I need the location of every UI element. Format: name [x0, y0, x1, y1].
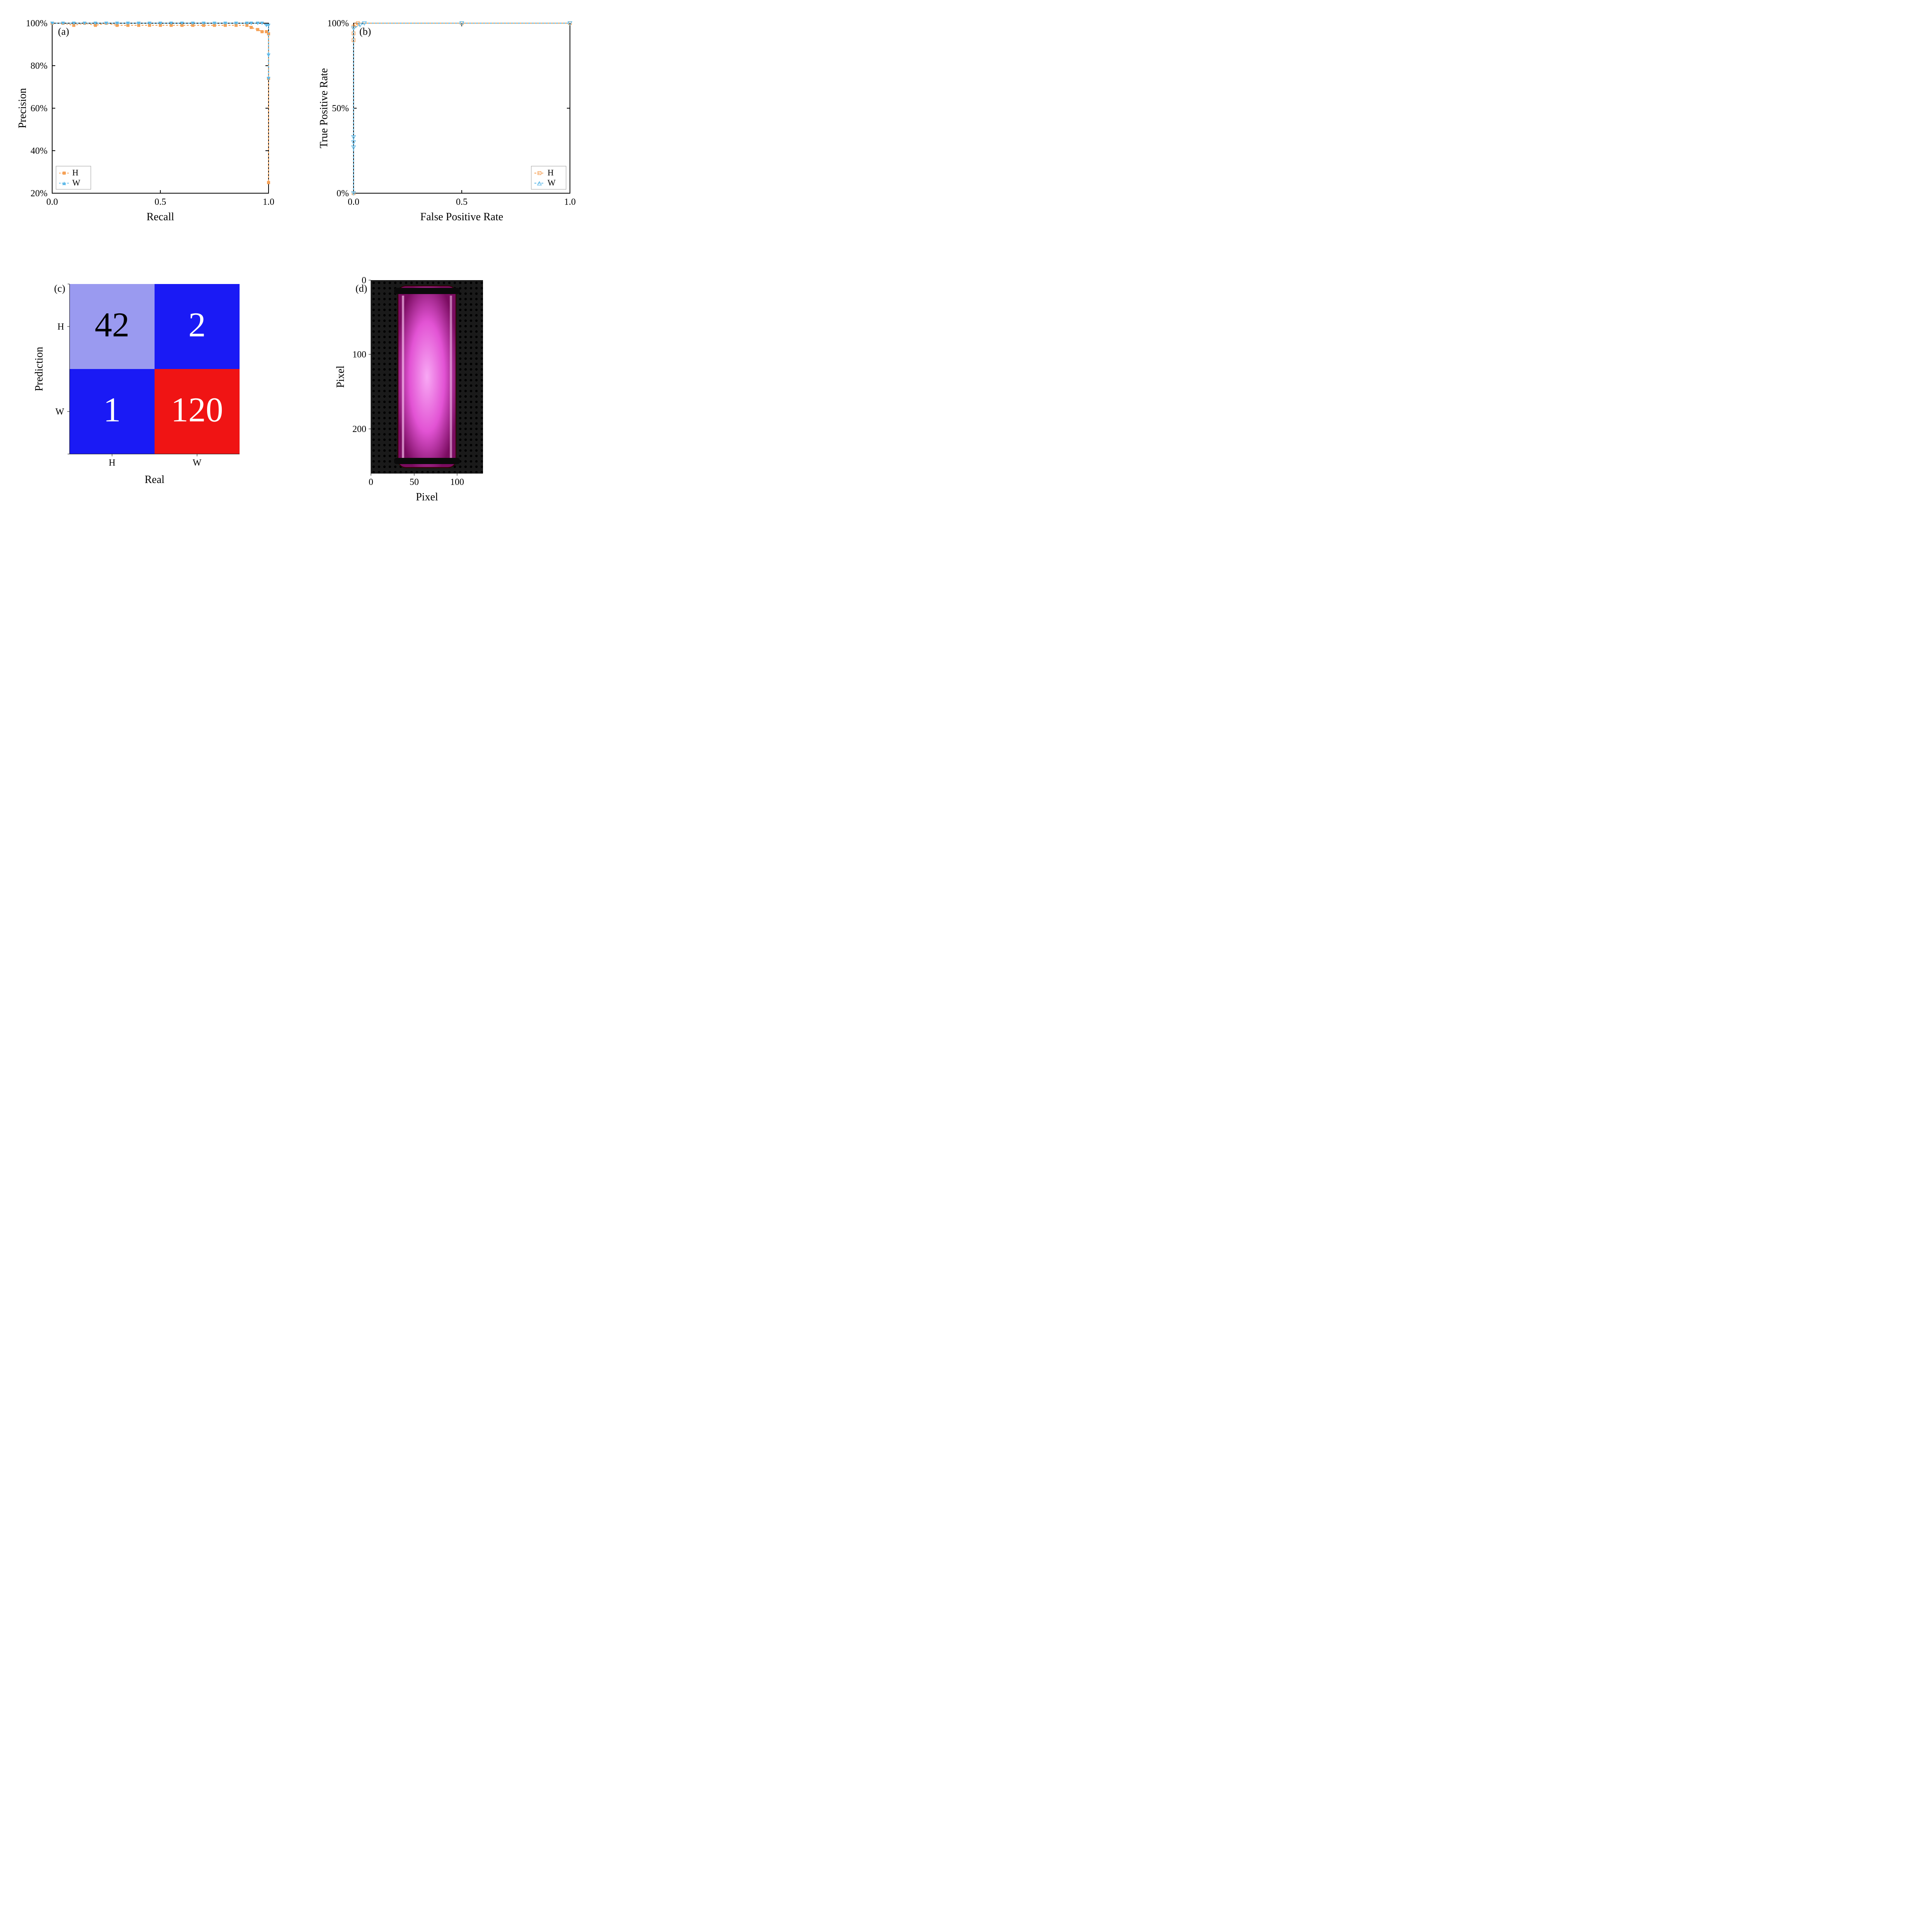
- ylabel-c: Prediction: [33, 347, 45, 391]
- series-marker-H: [260, 30, 264, 33]
- ytick: 100: [352, 350, 366, 360]
- cm-value-WW: 120: [171, 391, 223, 429]
- col-label: H: [109, 458, 115, 468]
- plot-frame: [52, 23, 269, 193]
- legend-item: H: [548, 168, 554, 177]
- ylabel-b: True Positive Rate: [318, 68, 330, 148]
- y-axis-b: 0% 50% 100%: [327, 19, 570, 199]
- x-axis-a: 0.0 0.5 1.0: [46, 23, 274, 207]
- series-marker-W: [267, 54, 270, 57]
- ytick: 100%: [26, 19, 48, 29]
- y-axis-a: 20% 40% 60% 80% 100%: [26, 19, 269, 199]
- x-axis-b: 0.0 0.5 1.0: [348, 23, 576, 207]
- xtick: 0.5: [155, 197, 166, 207]
- ytick: 60%: [31, 104, 48, 114]
- legend-item: H: [72, 168, 78, 177]
- series-line-H: [354, 23, 570, 193]
- series-container-b: [352, 22, 572, 195]
- panel-tag-b: (b): [359, 26, 371, 37]
- row-label: H: [58, 322, 64, 332]
- xtick: 1.0: [263, 197, 274, 207]
- x-axis-d: 0 50 100: [369, 473, 464, 487]
- series-line-W: [52, 23, 269, 78]
- figure-grid: (a) 20% 40% 60% 80% 100%: [15, 15, 595, 518]
- panel-b: (b) 0% 50% 100% 0.0 0.5 1.0: [317, 15, 595, 245]
- ytick: 80%: [31, 61, 48, 71]
- legend-a: H W: [56, 166, 91, 189]
- ytick: 50%: [332, 104, 349, 114]
- xlabel-d: Pixel: [416, 491, 438, 503]
- panel-tag-c: (c): [54, 283, 65, 294]
- confusion-matrix: 42 2 1 120: [70, 284, 240, 454]
- ytick: 40%: [31, 146, 48, 156]
- ytick: 100%: [327, 19, 349, 29]
- plot-frame: [354, 23, 570, 193]
- series-line-W: [354, 23, 570, 193]
- panel-tag-a: (a): [58, 26, 69, 37]
- cm-value-HH: 42: [95, 306, 129, 344]
- xlabel-b: False Positive Rate: [420, 211, 503, 223]
- ytick: 200: [352, 424, 366, 434]
- cm-value-HW: 2: [189, 306, 206, 344]
- xtick: 0: [369, 477, 373, 487]
- xtick: 50: [410, 477, 419, 487]
- cm-value-WH: 1: [104, 391, 121, 429]
- xlabel-a: Recall: [146, 211, 174, 223]
- panel-a: (a) 20% 40% 60% 80% 100%: [15, 15, 294, 245]
- legend-b: H W: [531, 166, 566, 189]
- ytick: 0: [362, 276, 366, 286]
- legend-item: W: [548, 178, 556, 187]
- xtick: 100: [450, 477, 464, 487]
- ytick: 20%: [31, 189, 48, 199]
- series-marker-H: [250, 26, 253, 29]
- legend-item: W: [72, 178, 80, 187]
- ylabel-a: Precision: [17, 88, 29, 128]
- sample-image: [371, 280, 483, 473]
- xtick: 1.0: [564, 197, 576, 207]
- xtick: 0.5: [456, 197, 468, 207]
- row-label: W: [55, 407, 64, 417]
- series-marker-H: [256, 28, 259, 31]
- series-container-a: [50, 22, 270, 184]
- col-label: W: [193, 458, 202, 468]
- ytick: 0%: [337, 189, 349, 199]
- panel-c: (c) 42 2 1 120 H: [15, 276, 294, 518]
- xtick: 0.0: [348, 197, 359, 207]
- y-axis-d: 0 100 200: [352, 276, 371, 434]
- ylabel-d: Pixel: [335, 366, 347, 388]
- panel-d: (d): [317, 276, 595, 518]
- xtick: 0.0: [46, 197, 58, 207]
- series-marker-H: [267, 181, 270, 184]
- xlabel-c: Real: [145, 474, 165, 486]
- series-line-H: [52, 23, 269, 183]
